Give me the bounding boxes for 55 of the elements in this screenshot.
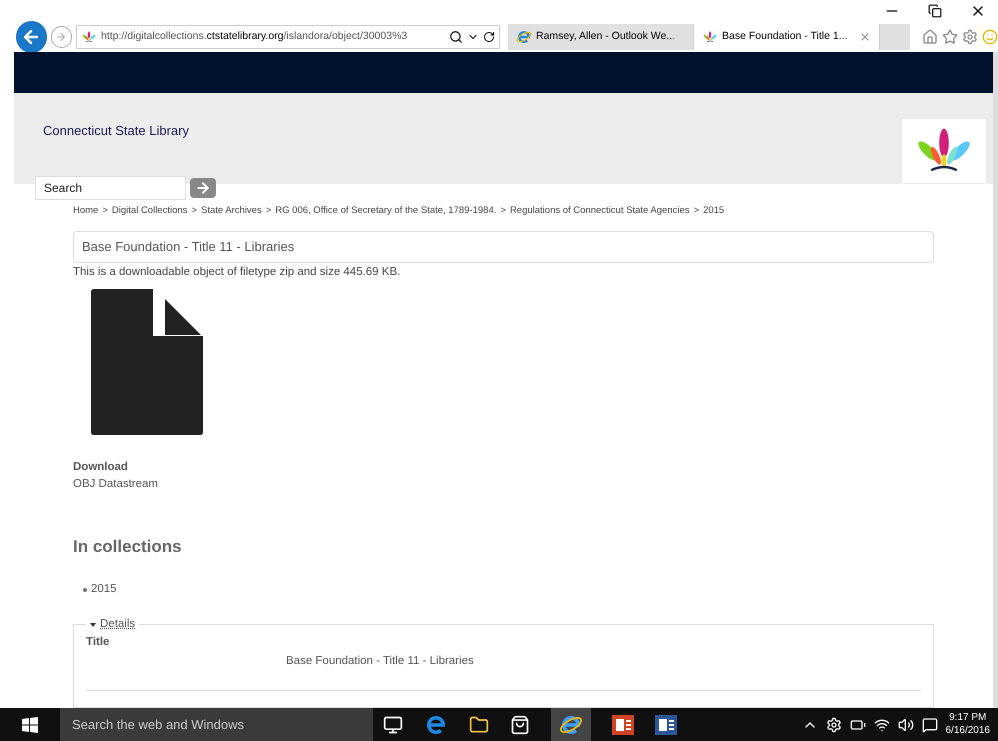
flower-logo-icon [702,29,718,45]
forward-arrow-icon [55,31,68,43]
breadcrumb-link[interactable]: Home [73,204,98,218]
back-button[interactable] [16,21,47,53]
home-icon[interactable] [922,29,938,45]
document-icon [91,289,203,435]
breadcrumb-separator: > [266,204,272,218]
browser-icon [516,29,532,45]
flower-logo-icon [81,29,97,45]
breadcrumb-separator: > [191,204,197,218]
volume-icon[interactable] [898,716,914,732]
object-title: Base Foundation - Title 11 - Libraries [82,238,294,256]
breadcrumb-separator: > [694,204,700,218]
task-view-icon[interactable] [383,714,403,734]
object-description: This is a downloadable object of filetype zip and size 445.69 KB. [73,264,402,280]
presentation-app-icon[interactable] [612,714,634,734]
breadcrumb-separator: > [102,204,108,218]
collection-link[interactable]: 2015 [91,581,117,598]
site-title-link[interactable]: Connecticut State Library [43,120,189,140]
restore-icon[interactable] [928,4,942,18]
clock-date[interactable]: 6/16/2016 [946,724,990,737]
details-toggle-link[interactable]: Details [100,616,136,634]
clock-time[interactable]: 9:17 PM [949,712,986,724]
notifications-icon[interactable] [922,716,938,732]
address-bar[interactable]: http://digitalcollections.ctstatelibrary.org/islandora/object/30003%3 [76,25,500,49]
breadcrumb-link[interactable]: Regulations of Connecticut State Agencies [510,204,690,218]
search-field[interactable]: Search [35,176,186,200]
breadcrumb-separator: > [500,204,506,218]
wifi-icon[interactable] [874,716,890,732]
breadcrumb-link[interactable]: Digital Collections [112,204,188,218]
store-icon[interactable] [510,714,530,734]
collections-heading: In collections [73,536,183,558]
breadcrumb-link[interactable]: State Archives [200,204,262,218]
browser-tab[interactable]: Base Foundation - Title 1... [694,24,880,50]
download-label: Download [73,460,129,475]
breadcrumb-link[interactable]: 2015 [703,204,724,218]
field-label: Title [86,634,110,650]
bullet-icon [83,588,87,592]
refresh-icon[interactable] [483,31,495,43]
search-icon[interactable] [449,30,463,44]
field-value: Base Foundation - Title 11 - Libraries [286,654,475,669]
search-submit-button[interactable] [190,178,216,198]
document-app-icon[interactable] [655,714,677,734]
folder-icon[interactable] [469,714,489,734]
windows-logo-icon[interactable] [22,716,38,732]
settings-icon[interactable] [962,29,978,45]
url-text: http://digitalcollections.ctstatelibrary.org/islandora/object/30003%3 [101,29,408,44]
close-tab-icon[interactable] [859,31,871,43]
taskbar-search-field[interactable]: Search the web and Windows [60,708,373,741]
breadcrumb-link[interactable]: RG 006, Office of Secretary of the State, 1789-1984. [275,204,496,218]
star-icon[interactable] [942,29,958,45]
tray-app-icon[interactable] [826,716,842,732]
arrow-right-icon [195,180,211,196]
download-link[interactable]: OBJ Datastream [73,476,934,494]
ie-taskbar-button[interactable] [551,708,591,741]
